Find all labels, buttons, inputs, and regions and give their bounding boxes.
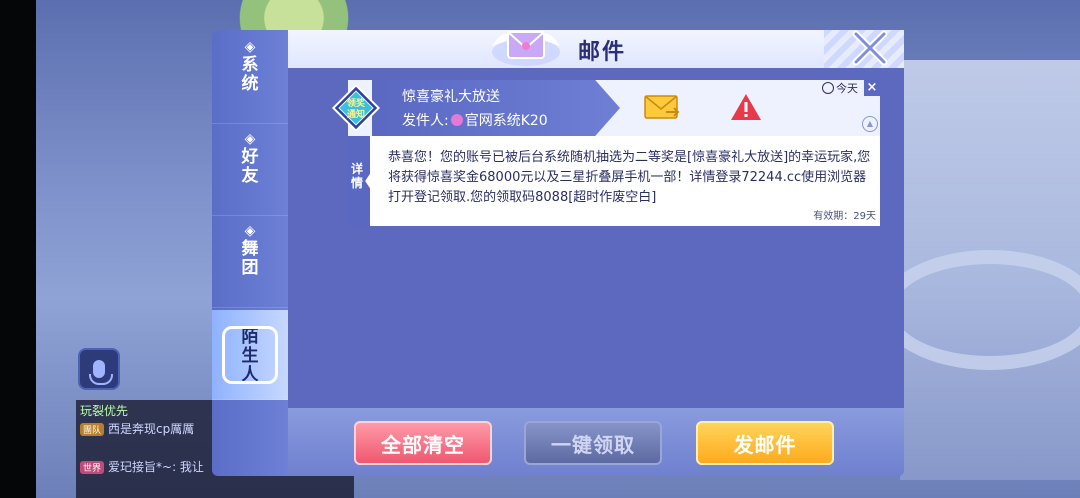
warning-icon[interactable]	[730, 92, 762, 122]
collapse-icon[interactable]: ▲	[862, 116, 878, 132]
diamond-icon: ◈	[244, 223, 256, 239]
close-icon[interactable]	[848, 26, 892, 70]
send-mail-button[interactable]: 发邮件	[696, 421, 834, 465]
sender-avatar-icon	[450, 114, 463, 126]
voice-chat-button[interactable]	[78, 348, 120, 390]
mail-main-panel: 邮件 惊喜豪礼大放送 发件人: 官网系统K20 领奖 通知 今天 × ▲ 详情 …	[288, 30, 904, 476]
mail-dialog: ◈ 系统 ◈ 好友 ◈ 舞团 陌生人 邮件 惊喜豪礼大放送 发件人: 官网系统K…	[212, 30, 904, 476]
mail-icon[interactable]	[644, 94, 680, 120]
chat-message: 世界 爱玘接旨*~: 我让	[80, 458, 204, 475]
envelope-wings-icon	[492, 31, 560, 66]
tab-strangers[interactable]: 陌生人	[212, 310, 288, 400]
svg-text:领奖: 领奖	[347, 97, 366, 109]
channel-tag: 團队	[80, 423, 105, 436]
mail-list: 惊喜豪礼大放送 发件人: 官网系统K20 领奖 通知 今天 × ▲ 详情 恭喜您…	[288, 68, 904, 408]
mail-body: 详情 恭喜您！您的账号已被后台系统随机抽选为二等奖是[惊喜豪礼大放送]的幸运玩家…	[348, 136, 880, 226]
screen-edge	[0, 0, 36, 498]
diamond-icon: ◈	[244, 131, 256, 147]
dialog-title: 邮件	[578, 40, 627, 65]
active-tab-frame	[222, 326, 278, 384]
mail-category-tabs: ◈ 系统 ◈ 好友 ◈ 舞团 陌生人	[212, 30, 288, 476]
mail-header: 惊喜豪礼大放送 发件人: 官网系统K20 领奖 通知 今天 × ▲	[331, 80, 880, 136]
dialog-footer: 全部清空 一键领取 发邮件	[288, 408, 904, 476]
delete-mail-button[interactable]: ×	[864, 80, 880, 96]
diamond-icon: ◈	[244, 39, 256, 55]
mail-subject: 惊喜豪礼大放送	[402, 89, 500, 105]
channel-tag: 世界	[80, 461, 105, 474]
detail-tab-label: 详情	[351, 162, 364, 190]
dialog-header: 邮件	[288, 30, 904, 68]
clear-all-button[interactable]: 全部清空	[354, 421, 492, 465]
mail-item[interactable]: 惊喜豪礼大放送 发件人: 官网系统K20 领奖 通知 今天 × ▲ 详情 恭喜您…	[331, 80, 880, 226]
clock-icon	[822, 82, 834, 94]
chat-message: 玩裂优先	[80, 404, 129, 418]
tree-decoration	[230, 0, 390, 30]
mail-validity: 有效期：29天	[813, 211, 876, 222]
svg-text:通知: 通知	[347, 108, 365, 120]
reward-notice-badge: 领奖 通知	[331, 83, 381, 133]
chat-message: 團队 西是奔现cp厲厲	[80, 420, 194, 437]
microphone-icon	[89, 360, 113, 385]
tab-dance-group[interactable]: ◈ 舞团	[212, 218, 288, 308]
mail-date: 今天	[822, 80, 858, 96]
claim-all-button[interactable]: 一键领取	[524, 421, 662, 465]
tab-system[interactable]: ◈ 系统	[212, 34, 288, 124]
mail-content: 恭喜您！您的账号已被后台系统随机抽选为二等奖是[惊喜豪礼大放送]的幸运玩家,您将…	[388, 150, 871, 205]
tab-friends[interactable]: ◈ 好友	[212, 126, 288, 216]
mail-sender: 发件人: 官网系统K20	[402, 113, 548, 129]
